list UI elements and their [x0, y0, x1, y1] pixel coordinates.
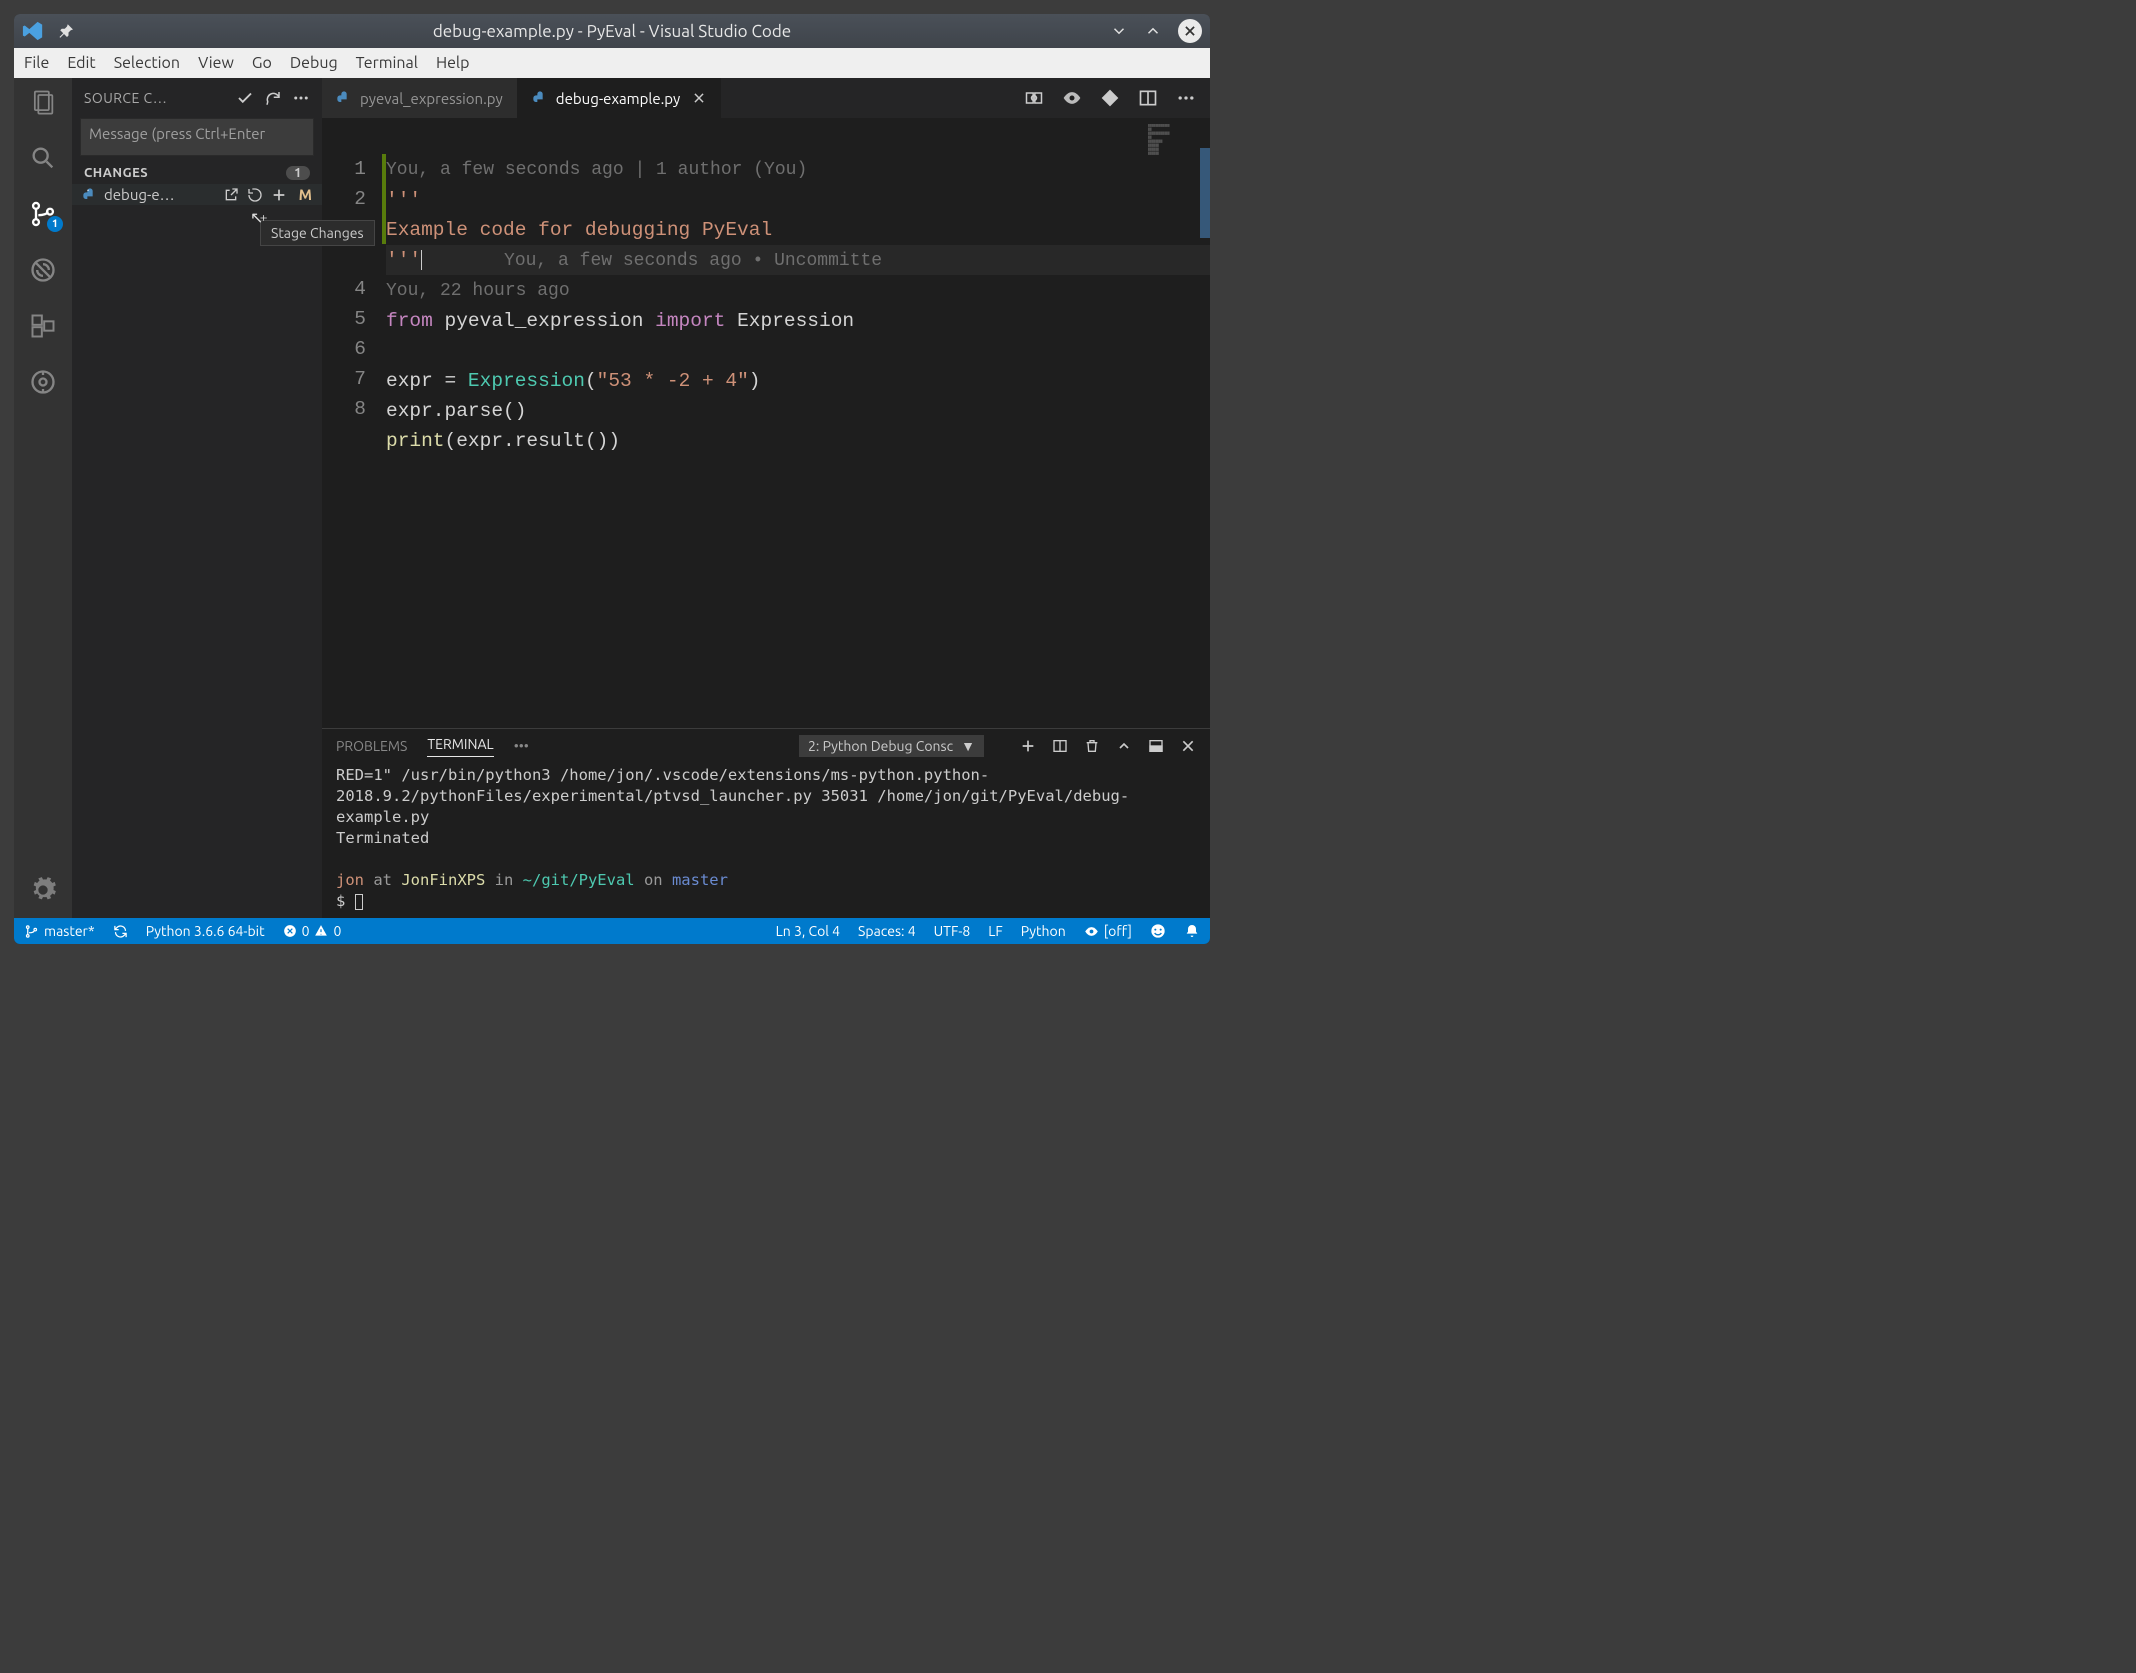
tab-pyeval-expression[interactable]: pyeval_expression.py — [322, 78, 518, 118]
status-python[interactable]: Python 3.6.6 64-bit — [146, 923, 265, 939]
open-changes-icon[interactable] — [1100, 88, 1120, 108]
sidebar: SOURCE C… Message (press Ctrl+Enter CHAN… — [72, 78, 322, 918]
menu-view[interactable]: View — [198, 54, 234, 72]
menu-selection[interactable]: Selection — [114, 54, 180, 72]
menu-help[interactable]: Help — [436, 54, 470, 72]
status-coverage[interactable]: [off] — [1084, 923, 1132, 939]
menu-file[interactable]: File — [24, 54, 49, 72]
explorer-activity-icon[interactable] — [29, 88, 57, 116]
debug-activity-icon[interactable] — [29, 256, 57, 284]
editor-tab-bar: pyeval_expression.py debug-example.py — [322, 78, 1210, 118]
extensions-activity-icon[interactable] — [29, 312, 57, 340]
compare-changes-icon[interactable] — [1024, 88, 1044, 108]
menu-debug[interactable]: Debug — [290, 54, 338, 72]
panel-tab-problems[interactable]: PROBLEMS — [336, 738, 407, 754]
panel-tab-more-icon[interactable]: ••• — [514, 738, 529, 754]
split-editor-icon[interactable] — [1138, 88, 1158, 108]
vscode-window: debug-example.py - PyEval - Visual Studi… — [14, 14, 1210, 944]
panel-tab-terminal[interactable]: TERMINAL — [427, 736, 493, 757]
close-button[interactable] — [1178, 19, 1202, 43]
blame-annotation: You, 22 hours ago — [386, 281, 570, 301]
vscode-logo-icon — [22, 20, 44, 42]
line-number-gutter: 1 2 3 4 5 6 7 8 — [322, 118, 382, 728]
refresh-icon[interactable] — [264, 89, 282, 107]
changes-section-header[interactable]: CHANGES 1 — [72, 162, 322, 184]
editor-more-icon[interactable] — [1176, 88, 1196, 108]
status-branch[interactable]: master* — [24, 923, 95, 939]
sidebar-title: SOURCE C… — [84, 90, 226, 106]
changes-count-badge: 1 — [286, 166, 310, 180]
stage-changes-icon[interactable] — [271, 187, 287, 203]
terminal-selector[interactable]: 2: Python Debug Consc▼ — [799, 735, 984, 757]
tab-label: pyeval_expression.py — [360, 90, 503, 107]
python-file-icon — [82, 187, 98, 203]
scm-activity-icon[interactable]: 1 — [29, 200, 57, 228]
status-notifications-icon[interactable] — [1184, 923, 1200, 939]
split-terminal-icon[interactable] — [1052, 738, 1068, 754]
stage-changes-tooltip: Stage Changes — [260, 220, 375, 246]
maximize-button[interactable] — [1144, 22, 1162, 40]
titlebar: debug-example.py - PyEval - Visual Studi… — [14, 14, 1210, 48]
open-file-icon[interactable] — [223, 187, 239, 203]
status-indent[interactable]: Spaces: 4 — [858, 923, 916, 939]
close-panel-icon[interactable] — [1180, 738, 1196, 754]
status-sync-icon[interactable] — [113, 924, 128, 939]
search-activity-icon[interactable] — [29, 144, 57, 172]
status-eol[interactable]: LF — [988, 923, 1003, 939]
bottom-panel: PROBLEMS TERMINAL ••• 2: Python Debug Co… — [322, 728, 1210, 918]
commit-message-input[interactable]: Message (press Ctrl+Enter — [80, 118, 314, 156]
changed-file-row[interactable]: debug-e… M Stage Changes ↖₊ — [72, 184, 322, 205]
menu-go[interactable]: Go — [252, 54, 272, 72]
python-file-icon — [532, 90, 548, 106]
changes-label: CHANGES — [84, 166, 148, 180]
activitybar: 1 — [14, 78, 72, 918]
maximize-panel-icon[interactable] — [1116, 738, 1132, 754]
tab-debug-example[interactable]: debug-example.py — [518, 78, 722, 118]
pin-icon[interactable] — [58, 22, 76, 40]
settings-activity-icon[interactable] — [29, 876, 57, 904]
blame-inline: You, a few seconds ago • Uncommitte — [504, 251, 882, 271]
menu-terminal[interactable]: Terminal — [356, 54, 418, 72]
changed-file-name: debug-e… — [104, 186, 223, 203]
window-title: debug-example.py - PyEval - Visual Studi… — [433, 22, 791, 41]
status-problems[interactable]: 0 0 — [283, 923, 342, 939]
menubar: File Edit Selection View Go Debug Termin… — [14, 48, 1210, 78]
minimize-button[interactable] — [1110, 22, 1128, 40]
status-encoding[interactable]: UTF-8 — [934, 923, 971, 939]
status-feedback-icon[interactable] — [1150, 923, 1166, 939]
minimap[interactable]: ████████████████████████████████████████… — [1148, 124, 1208, 224]
code-content[interactable]: You, a few seconds ago | 1 author (You) … — [386, 118, 1210, 728]
code-editor[interactable]: 1 2 3 4 5 6 7 8 You, a few seconds ago |… — [322, 118, 1210, 728]
terminal-output[interactable]: RED=1" /usr/bin/python3 /home/jon/.vscod… — [322, 763, 1210, 918]
close-tab-icon[interactable] — [692, 91, 706, 105]
statusbar: master* Python 3.6.6 64-bit 0 0 Ln 3, Co… — [14, 918, 1210, 944]
minimap-slider[interactable] — [1200, 148, 1210, 238]
toggle-panel-icon[interactable] — [1148, 738, 1164, 754]
discard-changes-icon[interactable] — [247, 187, 263, 203]
python-file-icon — [336, 90, 352, 106]
tab-label: debug-example.py — [556, 90, 681, 107]
commit-check-icon[interactable] — [236, 89, 254, 107]
blame-annotation: You, a few seconds ago | 1 author (You) — [386, 160, 807, 180]
kill-terminal-icon[interactable] — [1084, 738, 1100, 754]
toggle-blame-icon[interactable] — [1062, 88, 1082, 108]
status-cursor[interactable]: Ln 3, Col 4 — [776, 923, 840, 939]
menu-edit[interactable]: Edit — [67, 54, 95, 72]
dropdown-icon: ▼ — [961, 738, 975, 754]
new-terminal-icon[interactable] — [1020, 738, 1036, 754]
gitlens-activity-icon[interactable] — [29, 368, 57, 396]
status-language[interactable]: Python — [1021, 923, 1066, 939]
scm-badge: 1 — [47, 216, 63, 232]
file-status-badge: M — [299, 186, 312, 203]
more-actions-icon[interactable] — [292, 89, 310, 107]
